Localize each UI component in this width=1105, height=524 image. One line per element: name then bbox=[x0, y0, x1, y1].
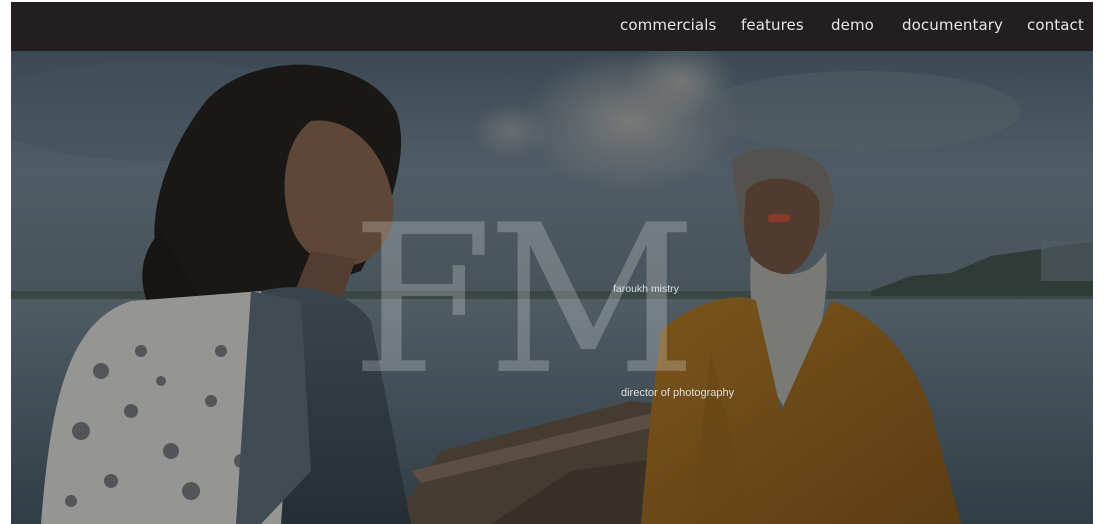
photographer-name: faroukh mistry bbox=[613, 283, 679, 295]
top-navbar: commercials features demo documentary co… bbox=[11, 2, 1093, 51]
nav-link-documentary[interactable]: documentary bbox=[902, 16, 1003, 34]
fm-logo-mark: FM bbox=[351, 182, 697, 420]
page: commercials features demo documentary co… bbox=[11, 2, 1093, 524]
nav-link-commercials[interactable]: commercials bbox=[620, 16, 716, 34]
nav-link-demo[interactable]: demo bbox=[831, 16, 874, 34]
nav-link-contact[interactable]: contact bbox=[1027, 16, 1084, 34]
nav-link-features[interactable]: features bbox=[741, 16, 804, 34]
hero-banner: FM faroukh mistry director of photograph… bbox=[11, 51, 1093, 524]
photographer-role: director of photography bbox=[621, 387, 735, 399]
